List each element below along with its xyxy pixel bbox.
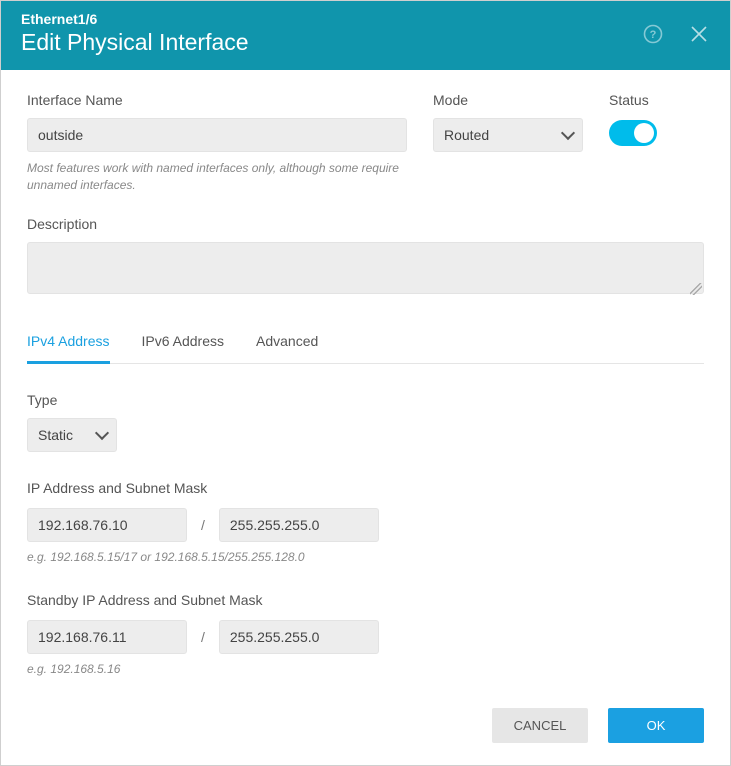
type-label: Type [27,392,704,408]
interface-name-hint: Most features work with named interfaces… [27,160,407,194]
tab-ipv6-address[interactable]: IPv6 Address [142,325,225,364]
standby-ip-address-input[interactable] [27,620,187,654]
ip-example: e.g. 192.168.5.15/17 or 192.168.5.15/255… [27,550,704,564]
header-interface-id: Ethernet1/6 [21,11,642,27]
interface-name-label: Interface Name [27,92,407,108]
close-icon[interactable] [688,23,710,45]
toggle-knob [634,123,654,143]
standby-ip-subnet-label: Standby IP Address and Subnet Mask [27,592,704,608]
description-label: Description [27,216,704,232]
ok-button[interactable]: OK [608,708,704,743]
status-toggle[interactable] [609,120,657,146]
ip-separator: / [201,517,205,533]
description-textarea[interactable] [27,242,704,294]
tab-ipv4-address[interactable]: IPv4 Address [27,325,110,364]
interface-name-input[interactable] [27,118,407,152]
svg-text:?: ? [650,29,657,41]
subnet-mask-input[interactable] [219,508,379,542]
mode-label: Mode [433,92,583,108]
cancel-button[interactable]: CANCEL [492,708,588,743]
standby-ip-example: e.g. 192.168.5.16 [27,662,704,676]
tabs: IPv4 Address IPv6 Address Advanced [27,325,704,364]
dialog-footer: CANCEL OK [1,690,730,765]
tab-advanced[interactable]: Advanced [256,325,318,364]
header-title: Edit Physical Interface [21,29,642,56]
ip-subnet-label: IP Address and Subnet Mask [27,480,704,496]
standby-subnet-mask-input[interactable] [219,620,379,654]
ip-address-input[interactable] [27,508,187,542]
dialog-header: Ethernet1/6 Edit Physical Interface ? [1,1,730,70]
standby-ip-separator: / [201,629,205,645]
edit-physical-interface-dialog: Ethernet1/6 Edit Physical Interface ? In… [0,0,731,766]
type-select[interactable]: Static [27,418,117,452]
help-icon[interactable]: ? [642,23,664,45]
mode-select[interactable]: Routed [433,118,583,152]
status-label: Status [609,92,689,108]
